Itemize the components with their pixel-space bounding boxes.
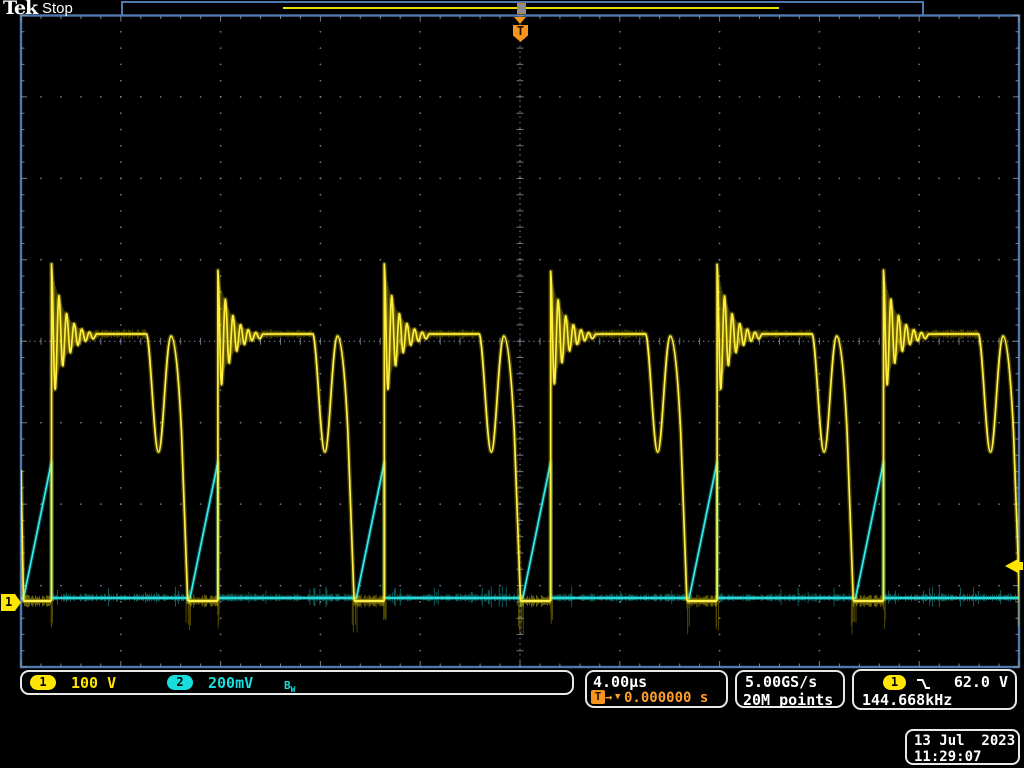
time-per-div-readout: 4.00µs [593,673,647,691]
trigger-arrow-icon [514,17,526,24]
arrow-right-icon: → [605,690,612,704]
trigger-source-badge: 1 [883,675,906,690]
trigger-frequency-readout: 144.668kHz [862,691,952,709]
ch2-scale-readout: 200mV [208,674,253,692]
triangle-down-icon: ▼ [615,692,620,702]
acquisition-status: Stop [42,0,73,17]
falling-edge-icon [915,676,932,691]
trigger-position-marker[interactable] [517,3,526,14]
tek-logo: Tek [3,0,37,19]
ch2-badge[interactable]: 2 [167,675,193,690]
bw-letter: B [284,679,291,692]
record-length-readout: 20M points [743,691,833,709]
ch2-bandwidth-indicator: BW [284,675,295,694]
acquisition-readout-box[interactable]: 5.00GS/s 20M points [735,670,845,708]
ch1-badge[interactable]: 1 [30,675,56,690]
channel-readout-box[interactable]: 1 100 V 2 200mV BW [20,670,574,695]
trigger-position-readout: 0.000000 s [624,690,708,706]
trigger-level-arrow-icon [1005,559,1018,573]
sample-rate-readout: 5.00GS/s [745,673,817,691]
trigger-level-readout: 62.0 V [954,673,1008,691]
bw-sub-letter: W [291,685,296,694]
ch1-scale-readout: 100 V [71,674,116,692]
time-readout: 11:29:07 [914,749,981,765]
trigger-readout-box[interactable]: 1 62.0 V 144.668kHz [852,669,1017,710]
trigger-t-icon: T [591,690,605,704]
datetime-box: 13 Jul 2023 11:29:07 [905,729,1020,765]
ch1-ground-marker[interactable]: 1 [1,594,21,611]
waveform-display [0,0,1024,768]
oscilloscope-screen: Tek Stop T 1 1 100 V 2 200mV BW 4.00µs T… [0,0,1024,768]
horizontal-readout-box[interactable]: 4.00µs T → ▼ 0.000000 s [585,670,728,708]
trigger-level-arrow[interactable] [1005,559,1024,573]
trigger-t-badge[interactable]: T [513,25,528,42]
trigger-level-arrow-tail [1018,562,1023,570]
record-view-line [283,7,779,9]
record-preview-bar[interactable] [121,1,924,15]
date-readout: 13 Jul 2023 [914,733,1015,749]
